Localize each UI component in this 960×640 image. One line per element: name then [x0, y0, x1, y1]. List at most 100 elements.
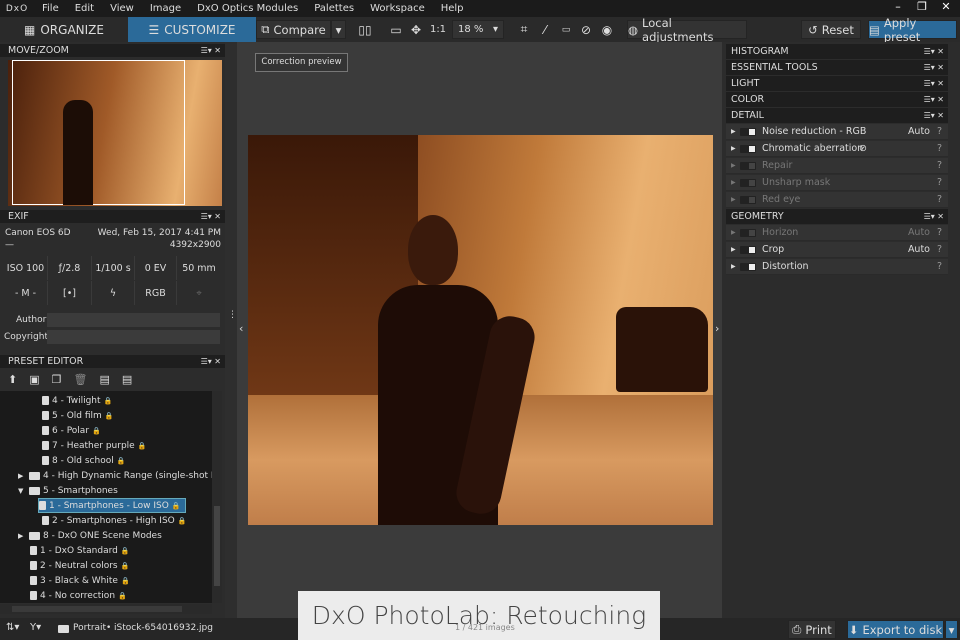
- palette-histogram[interactable]: HISTOGRAM ☰▾ ✕: [726, 44, 948, 59]
- palette-menu-close-icon[interactable]: ☰▾ ✕: [924, 76, 944, 91]
- apply-preset-button[interactable]: ▤ Apply preset: [868, 16, 957, 44]
- collapse-left-icon[interactable]: ⋮: [228, 310, 237, 320]
- chevron-left-icon[interactable]: ‹: [239, 322, 243, 335]
- expand-arrow-icon[interactable]: ▶: [731, 259, 736, 275]
- help-icon[interactable]: ?: [937, 225, 942, 241]
- eyedropper-icon[interactable]: ⁄: [537, 17, 553, 42]
- left-splitter[interactable]: ⋮: [225, 42, 237, 618]
- preset-item[interactable]: 2 - Smartphones - High ISO 🔒: [42, 513, 186, 528]
- expand-arrow-icon[interactable]: ▶: [731, 192, 736, 208]
- tool-crop[interactable]: ▶ Crop Auto?: [726, 242, 948, 258]
- preset-item[interactable]: 5 - Old film 🔒: [42, 408, 114, 423]
- compare-dropdown[interactable]: ▾: [331, 20, 346, 39]
- menu-workspace[interactable]: Workspace: [362, 3, 433, 14]
- tool-repair[interactable]: ▶ Repair?: [726, 158, 948, 174]
- author-field[interactable]: [47, 313, 220, 327]
- palette-menu-close-icon[interactable]: ☰▾ ✕: [924, 209, 944, 224]
- sort-icon[interactable]: ⇅▾: [6, 622, 19, 633]
- expand-arrow-icon[interactable]: ▶: [731, 124, 736, 140]
- tool-unsharp-mask[interactable]: ▶ Unsharp mask?: [726, 175, 948, 191]
- red-eye-icon[interactable]: ◉: [598, 17, 616, 42]
- copyright-field[interactable]: [47, 330, 220, 344]
- tool-horizon[interactable]: ▶ Horizon Auto?: [726, 225, 948, 241]
- preset-item[interactable]: 6 - Polar 🔒: [42, 423, 101, 438]
- preset-item[interactable]: 8 - Old school 🔒: [42, 453, 125, 468]
- preset-item[interactable]: 7 - Heather purple 🔒: [42, 438, 146, 453]
- preset-folder[interactable]: ▼ 5 - Smartphones: [18, 483, 118, 498]
- menu-palettes[interactable]: Palettes: [306, 3, 362, 14]
- duplicate-preset-icon[interactable]: ❐: [52, 373, 62, 386]
- expand-arrow-icon[interactable]: ▶: [731, 225, 736, 241]
- delete-preset-icon[interactable]: 🗑: [74, 373, 88, 386]
- local-adjustments-button[interactable]: ◍ Local adjustments: [627, 16, 747, 44]
- palette-menu-close-icon[interactable]: ☰▾ ✕: [924, 44, 944, 59]
- tool-distortion[interactable]: ▶ Distortion?: [726, 259, 948, 275]
- tool-noise-reduction-rgb[interactable]: ▶ Noise reduction - RGB Auto?: [726, 124, 948, 140]
- zoom-select[interactable]: 18 % ▾: [452, 20, 504, 39]
- preset-item[interactable]: 2 - Neutral colors 🔒: [30, 558, 129, 573]
- palette-geometry[interactable]: GEOMETRY ☰▾ ✕: [726, 209, 948, 224]
- collapse-arrow-icon[interactable]: ▼: [18, 487, 26, 495]
- tab-customize[interactable]: ☰ CUSTOMIZE: [128, 17, 256, 42]
- move-icon[interactable]: ✥: [408, 17, 424, 42]
- help-icon[interactable]: ?: [937, 158, 942, 174]
- preset-tree-scrollbar[interactable]: [212, 391, 222, 603]
- enable-toggle[interactable]: [740, 179, 756, 187]
- chevron-right-icon[interactable]: ›: [715, 322, 719, 335]
- correction-preview-button[interactable]: Correction preview: [255, 53, 348, 72]
- preset-tree-hscrollbar[interactable]: [0, 604, 212, 614]
- export-dropdown[interactable]: ▾: [945, 620, 958, 639]
- reset-button[interactable]: ↺ Reset: [801, 20, 861, 39]
- preset-item[interactable]: 4 - No correction 🔒: [30, 588, 127, 603]
- preset-item[interactable]: 3 - Black & White 🔒: [30, 573, 130, 588]
- breadcrumb-file[interactable]: iStock-654016932.jpg: [114, 623, 213, 633]
- preset-item[interactable]: 1 - DxO Standard 🔒: [30, 543, 130, 558]
- zoom-viewport-frame[interactable]: [12, 60, 185, 205]
- compare-button[interactable]: ⧉ Compare: [256, 20, 331, 39]
- photo-preview[interactable]: [248, 135, 713, 525]
- expand-arrow-icon[interactable]: ▶: [731, 158, 736, 174]
- help-icon[interactable]: ?: [937, 175, 942, 191]
- enable-toggle[interactable]: [740, 229, 756, 237]
- preset-folder[interactable]: ▶ 4 - High Dynamic Range (single-shot HDR: [18, 468, 212, 483]
- panel-menu-close-icon[interactable]: ☰▾ ✕: [201, 355, 221, 368]
- help-icon[interactable]: ?: [937, 124, 942, 140]
- scrollbar-thumb[interactable]: [214, 506, 220, 586]
- palette-menu-close-icon[interactable]: ☰▾ ✕: [924, 108, 944, 123]
- panel-menu-close-icon[interactable]: ☰▾ ✕: [201, 210, 221, 223]
- new-preset-from-settings-icon[interactable]: ▣: [29, 373, 39, 386]
- palette-essential-tools[interactable]: ESSENTIAL TOOLS ☰▾ ✕: [726, 60, 948, 75]
- repair-icon[interactable]: ⊘: [578, 17, 594, 42]
- new-preset-icon[interactable]: ⬆: [8, 373, 17, 386]
- menu-view[interactable]: View: [102, 3, 142, 14]
- export-preset-icon[interactable]: ▤: [122, 373, 132, 386]
- preset-folder[interactable]: ▶ 8 - DxO ONE Scene Modes: [18, 528, 162, 543]
- preset-item[interactable]: 4 - Twilight 🔒: [42, 393, 112, 408]
- navigator-thumbnail[interactable]: [8, 60, 222, 206]
- print-button[interactable]: ⎙ Print: [788, 620, 836, 639]
- expand-arrow-icon[interactable]: ▶: [18, 472, 26, 480]
- palette-menu-close-icon[interactable]: ☰▾ ✕: [924, 92, 944, 107]
- tool-red-eye[interactable]: ▶ Red eye?: [726, 192, 948, 208]
- palette-menu-close-icon[interactable]: ☰▾ ✕: [924, 60, 944, 75]
- one-to-one-button[interactable]: 1:1: [428, 17, 448, 42]
- help-icon[interactable]: ?: [937, 259, 942, 275]
- tab-organize[interactable]: ▦ ORGANIZE: [0, 17, 128, 42]
- expand-arrow-icon[interactable]: ▶: [18, 532, 26, 540]
- expand-arrow-icon[interactable]: ▶: [731, 242, 736, 258]
- fit-screen-icon[interactable]: ▭: [388, 17, 404, 42]
- enable-toggle[interactable]: [740, 145, 756, 153]
- restore-button[interactable]: ❐: [910, 0, 934, 17]
- expand-arrow-icon[interactable]: ▶: [731, 141, 736, 157]
- hscrollbar-thumb[interactable]: [12, 606, 182, 612]
- menu-file[interactable]: File: [34, 3, 67, 14]
- menu-image[interactable]: Image: [142, 3, 189, 14]
- export-button[interactable]: ⬇ Export to disk: [847, 620, 944, 639]
- tool-chromatic-aberration[interactable]: ▶ Chromatic aberration ⊘?: [726, 141, 948, 157]
- enable-toggle[interactable]: [740, 162, 756, 170]
- menu-help[interactable]: Help: [433, 3, 472, 14]
- expand-arrow-icon[interactable]: ▶: [731, 175, 736, 191]
- help-icon[interactable]: ?: [937, 141, 942, 157]
- palette-color[interactable]: COLOR ☰▾ ✕: [726, 92, 948, 107]
- hidden-eye-icon[interactable]: ⊘: [859, 141, 867, 157]
